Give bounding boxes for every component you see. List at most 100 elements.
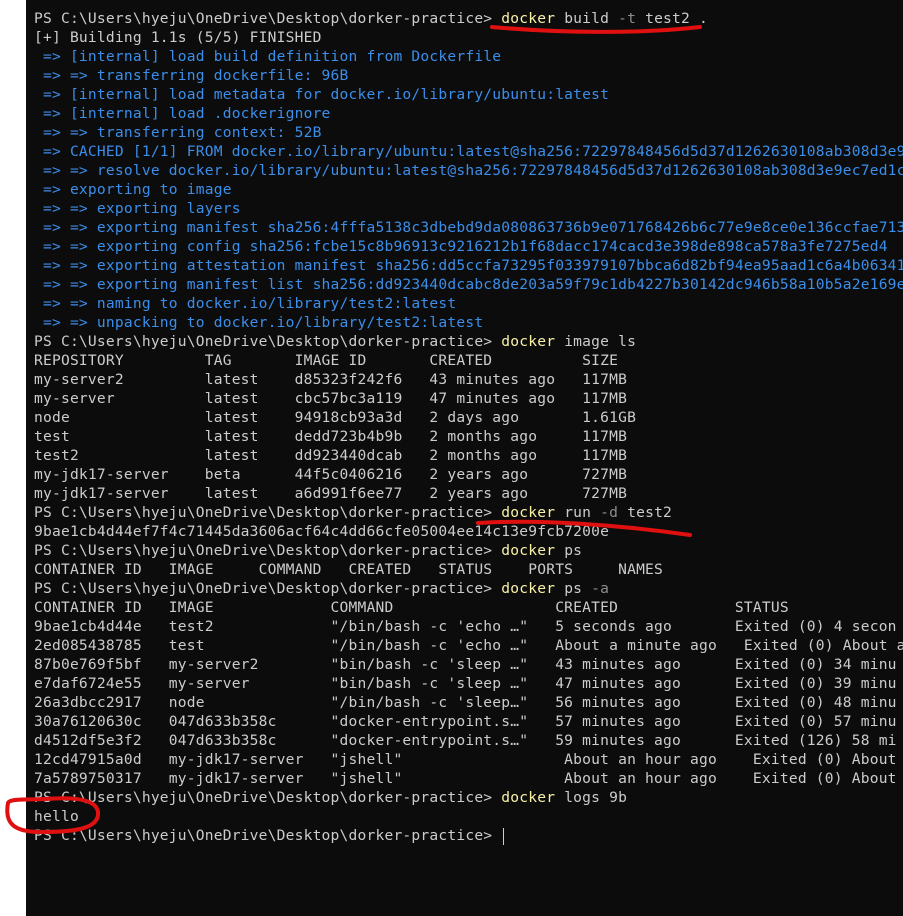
terminal-text: logs 9b xyxy=(555,789,628,806)
terminal-line: => => exporting config sha256:fcbe15c8b9… xyxy=(34,237,903,256)
terminal-text: ps xyxy=(555,580,592,597)
terminal-text: => [internal] load metadata for docker.i… xyxy=(34,86,610,103)
terminal-text: 7a5789750317 my-jdk17-server "jshell" Ab… xyxy=(34,770,897,787)
terminal-line: PS C:\Users\hyeju\OneDrive\Desktop\dorke… xyxy=(34,788,903,807)
terminal-text: CONTAINER ID IMAGE COMMAND CREATED STATU… xyxy=(34,599,789,616)
terminal-text: => exporting to image xyxy=(34,181,232,198)
terminal-text: 26a3dbcc2917 node "/bin/bash -c 'sleep…"… xyxy=(34,694,897,711)
terminal-line: => exporting to image xyxy=(34,180,903,199)
terminal-text: 9bae1cb4d44ef7f4c71445da3606acf64c4dd66c… xyxy=(34,523,610,540)
terminal-line: my-server latest cbc57bc3a119 47 minutes… xyxy=(34,389,903,408)
terminal-text: 2ed085438785 test "/bin/bash -c 'echo …"… xyxy=(34,637,903,654)
terminal-text: CONTAINER ID IMAGE COMMAND CREATED STATU… xyxy=(34,561,664,578)
command-keyword: docker xyxy=(501,10,556,27)
terminal-line: => [internal] load build definition from… xyxy=(34,47,903,66)
terminal-output: PS C:\Users\hyeju\OneDrive\Desktop\dorke… xyxy=(34,9,903,845)
terminal-text: build xyxy=(555,10,619,27)
terminal-line: my-jdk17-server latest a6d991f6ee77 2 ye… xyxy=(34,484,903,503)
terminal-text: PS C:\Users\hyeju\OneDrive\Desktop\dorke… xyxy=(34,789,502,806)
terminal-line: 87b0e769f5bf my-server2 "bin/bash -c 'sl… xyxy=(34,655,903,674)
terminal-text: test2 latest dd923440dcab 2 months ago 1… xyxy=(34,447,628,464)
terminal-text: => => transferring context: 52B xyxy=(34,124,322,141)
terminal-text: my-server latest cbc57bc3a119 47 minutes… xyxy=(34,390,628,407)
terminal-line: PS C:\Users\hyeju\OneDrive\Desktop\dorke… xyxy=(34,579,903,598)
terminal-text: PS C:\Users\hyeju\OneDrive\Desktop\dorke… xyxy=(34,333,502,350)
terminal-text: my-jdk17-server beta 44f5c0406216 2 year… xyxy=(34,466,628,483)
text-cursor xyxy=(503,827,505,845)
terminal-line: => => exporting manifest sha256:4fffa513… xyxy=(34,218,903,237)
terminal-text: my-server2 latest d85323f242f6 43 minute… xyxy=(34,371,628,388)
terminal-line: my-server2 latest d85323f242f6 43 minute… xyxy=(34,370,903,389)
terminal-line: hello xyxy=(34,807,903,826)
terminal-line: CONTAINER ID IMAGE COMMAND CREATED STATU… xyxy=(34,598,903,617)
terminal-text: ps xyxy=(555,542,583,559)
terminal-line: test2 latest dd923440dcab 2 months ago 1… xyxy=(34,446,903,465)
terminal-line: [+] Building 1.1s (5/5) FINISHED xyxy=(34,28,903,47)
terminal-line: 9bae1cb4d44ef7f4c71445da3606acf64c4dd66c… xyxy=(34,522,903,541)
terminal-text: 9bae1cb4d44e test2 "/bin/bash -c 'echo …… xyxy=(34,618,897,635)
terminal-line: PS C:\Users\hyeju\OneDrive\Desktop\dorke… xyxy=(34,826,903,845)
command-keyword: docker xyxy=(501,333,556,350)
terminal-text: => => exporting config sha256:fcbe15c8b9… xyxy=(34,238,888,255)
terminal-text: => => naming to docker.io/library/test2:… xyxy=(34,295,457,312)
terminal-line: PS C:\Users\hyeju\OneDrive\Desktop\dorke… xyxy=(34,503,903,522)
command-flag: -d xyxy=(600,504,619,521)
command-keyword: docker xyxy=(501,542,556,559)
terminal-text: => => exporting layers xyxy=(34,200,241,217)
terminal-text: => => transferring dockerfile: 96B xyxy=(34,67,349,84)
terminal-text: 87b0e769f5bf my-server2 "bin/bash -c 'sl… xyxy=(34,656,897,673)
terminal-text: => => resolve docker.io/library/ubuntu:l… xyxy=(34,162,903,179)
terminal-window[interactable]: PS C:\Users\hyeju\OneDrive\Desktop\dorke… xyxy=(26,0,903,916)
terminal-line: => [internal] load .dockerignore xyxy=(34,104,903,123)
terminal-line: => => exporting attestation manifest sha… xyxy=(34,256,903,275)
terminal-text: PS C:\Users\hyeju\OneDrive\Desktop\dorke… xyxy=(34,504,502,521)
terminal-text: => => unpacking to docker.io/library/tes… xyxy=(34,314,484,331)
terminal-line: => => exporting manifest list sha256:dd9… xyxy=(34,275,903,294)
terminal-line: 9bae1cb4d44e test2 "/bin/bash -c 'echo …… xyxy=(34,617,903,636)
terminal-text: => CACHED [1/1] FROM docker.io/library/u… xyxy=(34,143,903,160)
terminal-text: => => exporting attestation manifest sha… xyxy=(34,257,903,274)
terminal-text: => => exporting manifest sha256:4fffa513… xyxy=(34,219,903,236)
terminal-text: REPOSITORY TAG IMAGE ID CREATED SIZE xyxy=(34,352,619,369)
terminal-line: 7a5789750317 my-jdk17-server "jshell" Ab… xyxy=(34,769,903,788)
terminal-line: => => exporting layers xyxy=(34,199,903,218)
terminal-line: PS C:\Users\hyeju\OneDrive\Desktop\dorke… xyxy=(34,541,903,560)
terminal-text: 30a76120630c 047d633b358c "docker-entryp… xyxy=(34,713,897,730)
command-flag: -t xyxy=(618,10,637,27)
terminal-text: => [internal] load build definition from… xyxy=(34,48,502,65)
terminal-text: 12cd47915a0d my-jdk17-server "jshell" Ab… xyxy=(34,751,897,768)
terminal-line: => => resolve docker.io/library/ubuntu:l… xyxy=(34,161,903,180)
terminal-line: 12cd47915a0d my-jdk17-server "jshell" Ab… xyxy=(34,750,903,769)
terminal-text: d4512df5e3f2 047d633b358c "docker-entryp… xyxy=(34,732,897,749)
terminal-line: my-jdk17-server beta 44f5c0406216 2 year… xyxy=(34,465,903,484)
terminal-line: test latest dedd723b4b9b 2 months ago 11… xyxy=(34,427,903,446)
terminal-line: e7daf6724e55 my-server "bin/bash -c 'sle… xyxy=(34,674,903,693)
terminal-text: image ls xyxy=(555,333,637,350)
terminal-line: node latest 94918cb93a3d 2 days ago 1.61… xyxy=(34,408,903,427)
terminal-line: => [internal] load metadata for docker.i… xyxy=(34,85,903,104)
terminal-text: node latest 94918cb93a3d 2 days ago 1.61… xyxy=(34,409,637,426)
command-keyword: docker xyxy=(501,789,556,806)
terminal-text: PS C:\Users\hyeju\OneDrive\Desktop\dorke… xyxy=(34,10,502,27)
terminal-text: test2 xyxy=(618,504,673,521)
terminal-text: PS C:\Users\hyeju\OneDrive\Desktop\dorke… xyxy=(34,542,502,559)
command-keyword: docker xyxy=(501,580,556,597)
terminal-text: test2 . xyxy=(636,10,708,27)
terminal-text: => [internal] load .dockerignore xyxy=(34,105,331,122)
terminal-text: => => exporting manifest list sha256:dd9… xyxy=(34,276,903,293)
terminal-line: => => unpacking to docker.io/library/tes… xyxy=(34,313,903,332)
terminal-line: 30a76120630c 047d633b358c "docker-entryp… xyxy=(34,712,903,731)
terminal-text: e7daf6724e55 my-server "bin/bash -c 'sle… xyxy=(34,675,897,692)
terminal-line: PS C:\Users\hyeju\OneDrive\Desktop\dorke… xyxy=(34,9,903,28)
command-keyword: docker xyxy=(501,504,556,521)
terminal-line: d4512df5e3f2 047d633b358c "docker-entryp… xyxy=(34,731,903,750)
terminal-text: hello xyxy=(34,808,79,825)
terminal-line: PS C:\Users\hyeju\OneDrive\Desktop\dorke… xyxy=(34,332,903,351)
terminal-line: => => transferring context: 52B xyxy=(34,123,903,142)
terminal-text: run xyxy=(555,504,601,521)
terminal-text: PS C:\Users\hyeju\OneDrive\Desktop\dorke… xyxy=(34,580,502,597)
command-flag: -a xyxy=(591,580,610,597)
terminal-line: => CACHED [1/1] FROM docker.io/library/u… xyxy=(34,142,903,161)
terminal-text: my-jdk17-server latest a6d991f6ee77 2 ye… xyxy=(34,485,628,502)
terminal-line: CONTAINER ID IMAGE COMMAND CREATED STATU… xyxy=(34,560,903,579)
